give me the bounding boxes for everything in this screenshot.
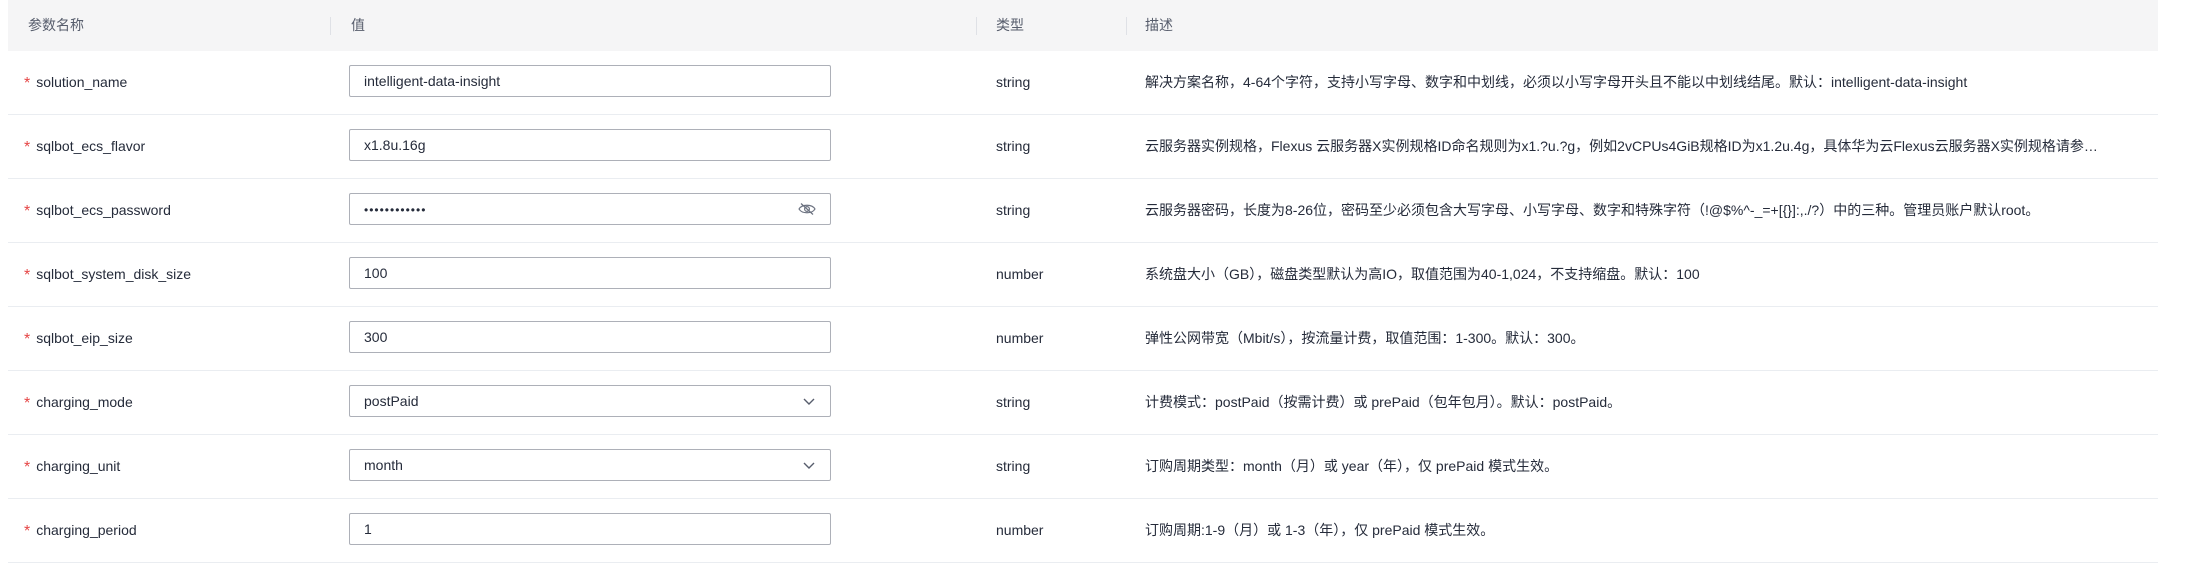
param-name: sqlbot_ecs_password xyxy=(36,202,171,218)
table-row: * sqlbot_system_disk_size number 系统盘大小（GB… xyxy=(8,243,2158,307)
selected-value: month xyxy=(364,457,403,473)
required-mark: * xyxy=(24,267,31,284)
required-mark: * xyxy=(24,459,31,476)
param-type: string xyxy=(996,202,1031,218)
param-type: string xyxy=(996,74,1031,90)
required-mark: * xyxy=(24,331,31,348)
param-name: sqlbot_eip_size xyxy=(36,330,133,346)
header-separator xyxy=(976,17,977,35)
parameter-table: 参数名称 值 类型 描述 * solution_name string 解决方案名… xyxy=(8,0,2158,563)
header-separator xyxy=(1126,17,1127,35)
param-type: string xyxy=(996,138,1031,154)
param-type: number xyxy=(996,330,1044,346)
param-description: 云服务器实例规格，Flexus 云服务器X实例规格ID命名规则为x1.?u.?g… xyxy=(1145,138,2098,154)
param-type: number xyxy=(996,522,1044,538)
param-name-cell: * charging_mode xyxy=(24,371,133,434)
selected-value: postPaid xyxy=(364,393,419,409)
param-description: 弹性公网带宽（Mbit/s），按流量计费，取值范围：1-300。默认：300。 xyxy=(1145,330,1585,346)
param-type: number xyxy=(996,266,1044,282)
table-header: 参数名称 值 类型 描述 xyxy=(8,0,2158,51)
param-name: sqlbot_system_disk_size xyxy=(36,266,192,282)
param-description: 订购周期类型：month（月）或 year（年），仅 prePaid 模式生效。 xyxy=(1145,458,1559,474)
param-name: sqlbot_ecs_flavor xyxy=(36,138,146,154)
table-row: * charging_period number 订购周期:1-9（月）或 1-3… xyxy=(8,499,2158,563)
required-mark: * xyxy=(24,203,31,220)
charging-unit-select[interactable]: month xyxy=(349,449,831,481)
solution-name-input[interactable] xyxy=(349,65,831,97)
param-name-cell: * sqlbot_ecs_password xyxy=(24,179,171,242)
param-description: 订购周期:1-9（月）或 1-3（年），仅 prePaid 模式生效。 xyxy=(1145,522,1495,538)
param-name-cell: * sqlbot_system_disk_size xyxy=(24,243,191,306)
param-description: 解决方案名称，4-64个字符，支持小写字母、数字和中划线，必须以小写字母开头且不… xyxy=(1145,74,1968,90)
required-mark: * xyxy=(24,395,31,412)
param-type: string xyxy=(996,394,1031,410)
param-name-cell: * sqlbot_eip_size xyxy=(24,307,133,370)
table-row: * sqlbot_ecs_flavor string 云服务器实例规格，Flexu… xyxy=(8,115,2158,179)
required-mark: * xyxy=(24,523,31,540)
required-mark: * xyxy=(24,75,31,92)
table-row: * sqlbot_eip_size number 弹性公网带宽（Mbit/s），按… xyxy=(8,307,2158,371)
chevron-down-icon xyxy=(803,462,815,469)
eye-off-icon[interactable] xyxy=(798,202,816,216)
param-name-cell: * sqlbot_ecs_flavor xyxy=(24,115,145,178)
table-row: * charging_unit month string 订购周期类型：month… xyxy=(8,435,2158,499)
chevron-down-icon xyxy=(803,398,815,405)
table-row: * charging_mode postPaid string 计费模式：post… xyxy=(8,371,2158,435)
header-param-name: 参数名称 xyxy=(28,17,84,33)
password-mask: •••••••••••• xyxy=(364,203,427,217)
param-name: charging_unit xyxy=(36,458,121,474)
header-value: 值 xyxy=(351,17,365,33)
required-mark: * xyxy=(24,139,31,156)
param-description: 系统盘大小（GB），磁盘类型默认为高IO，取值范围为40-1,024，不支持缩盘… xyxy=(1145,266,1700,282)
ecs-flavor-input[interactable] xyxy=(349,129,831,161)
ecs-password-input[interactable]: •••••••••••• xyxy=(349,193,831,225)
param-name: solution_name xyxy=(36,74,128,90)
param-description: 云服务器密码，长度为8-26位，密码至少必须包含大写字母、小写字母、数字和特殊字… xyxy=(1145,202,2040,218)
param-name: charging_period xyxy=(36,522,137,538)
header-description: 描述 xyxy=(1145,17,1173,33)
param-name-cell: * charging_unit xyxy=(24,435,120,498)
param-name-cell: * solution_name xyxy=(24,51,127,114)
charging-mode-select[interactable]: postPaid xyxy=(349,385,831,417)
table-row: * solution_name string 解决方案名称，4-64个字符，支持小… xyxy=(8,51,2158,115)
header-type: 类型 xyxy=(996,17,1024,33)
param-description: 计费模式：postPaid（按需计费）或 prePaid（包年包月）。默认：po… xyxy=(1145,394,1622,410)
param-name-cell: * charging_period xyxy=(24,499,137,562)
param-name: charging_mode xyxy=(36,394,133,410)
header-separator xyxy=(330,17,331,35)
eip-size-input[interactable] xyxy=(349,321,831,353)
param-type: string xyxy=(996,458,1031,474)
table-row: * sqlbot_ecs_password •••••••••••• string… xyxy=(8,179,2158,243)
system-disk-size-input[interactable] xyxy=(349,257,831,289)
charging-period-input[interactable] xyxy=(349,513,831,545)
